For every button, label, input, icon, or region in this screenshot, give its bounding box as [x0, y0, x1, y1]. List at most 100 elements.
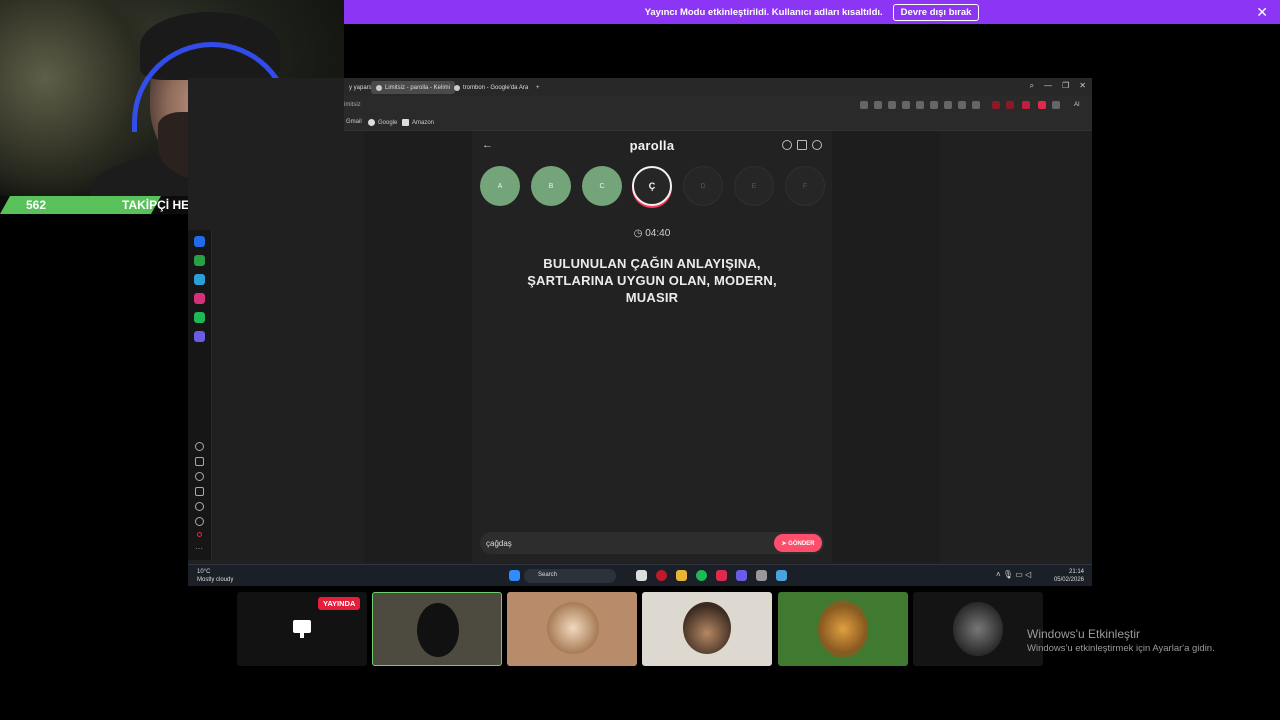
letter-label: A [497, 182, 503, 190]
lightbulb-icon[interactable] [195, 517, 204, 526]
participant-tile[interactable] [507, 592, 637, 666]
windows-activation-watermark: Windows'u Etkinleştir Windows'u etkinleş… [1027, 627, 1215, 654]
steam-icon[interactable] [756, 570, 767, 581]
settings-icon[interactable] [1052, 101, 1060, 109]
screen-share-icon [293, 620, 311, 633]
bookmark-google[interactable]: Google [368, 119, 397, 126]
task-view-icon[interactable] [636, 570, 647, 581]
menu-icon[interactable] [958, 101, 966, 109]
extension-icon[interactable] [860, 101, 868, 109]
whatsapp-icon[interactable] [194, 255, 205, 266]
download-icon[interactable] [944, 101, 952, 109]
heart-icon[interactable] [195, 442, 204, 451]
extension-red-icon[interactable] [1022, 101, 1030, 109]
box-icon[interactable] [195, 487, 204, 496]
telegram-icon[interactable] [194, 274, 205, 285]
spotify-icon[interactable] [194, 312, 205, 323]
system-clock[interactable]: 21:14 05/02/2026 [1054, 568, 1084, 584]
search-placeholder: Search [538, 572, 558, 578]
extension-red-icon[interactable] [1006, 101, 1014, 109]
window-controls: ⌕ — ❐ ✕ [1030, 81, 1086, 91]
google-favicon-icon [454, 84, 460, 91]
extension-red-icon[interactable] [992, 101, 1000, 109]
disable-streamer-mode-button[interactable]: Devre dışı bırak [892, 3, 980, 21]
start-icon[interactable] [509, 570, 520, 581]
address-text: imitsiz [344, 102, 361, 108]
tab-label: trombon - Google'da Ara [463, 84, 529, 91]
bookmarks-bar: Gmail Google Amazon [344, 116, 1092, 131]
answer-input[interactable] [486, 537, 766, 549]
messenger-icon[interactable] [194, 236, 205, 247]
send-label: GÖNDER [788, 540, 815, 547]
amazon-icon [402, 119, 409, 126]
bookmark-label: Gmail [346, 119, 362, 125]
letter-label: B [548, 182, 554, 190]
app-icon[interactable] [716, 570, 727, 581]
profile-icon[interactable] [812, 140, 822, 150]
discord-icon[interactable] [194, 331, 205, 342]
stats-icon[interactable] [797, 140, 807, 150]
extension-red-icon[interactable] [1038, 101, 1046, 109]
bookmark-label: Google [378, 119, 398, 126]
bookmark-label: Amazon [412, 119, 435, 126]
weather-desc: Mostly cloudy [197, 577, 234, 583]
participant-avatar [683, 602, 731, 654]
record-icon[interactable] [197, 532, 202, 537]
participant-avatar [953, 602, 1003, 656]
letter-label: D [700, 182, 706, 190]
search-tabs-icon[interactable]: ⌕ [1030, 81, 1034, 91]
ai-button[interactable]: AI [1074, 102, 1080, 108]
tab-active[interactable]: Limitsiz - parolla - Kelimi [371, 81, 456, 94]
restore-icon[interactable]: ❐ [1062, 81, 1069, 91]
watermark-subtitle: Windows'u etkinleştirmek için Ayarlar'a … [1027, 643, 1215, 654]
calculator-icon[interactable] [776, 570, 787, 581]
participant-tile[interactable] [642, 592, 772, 666]
letter-bubble: D [683, 166, 723, 206]
letter-bubble: E [734, 166, 774, 206]
info-icon[interactable] [782, 140, 792, 150]
bookmark-amazon[interactable]: Amazon [402, 119, 434, 126]
game-title: parolla [629, 138, 675, 153]
close-window-icon[interactable]: ✕ [1079, 81, 1086, 91]
parolla-game: ← parolla A B C Ç D E F ◷ 04:40 BULUNULA… [472, 131, 832, 563]
history-icon[interactable] [195, 472, 204, 481]
spotify-icon[interactable] [696, 570, 707, 581]
minimize-icon[interactable]: — [1044, 81, 1052, 91]
clock-time: 21:14 [1068, 569, 1084, 575]
chat-icon[interactable] [195, 457, 204, 466]
settings-icon[interactable] [195, 502, 204, 511]
countdown-timer: ◷ 04:40 [472, 228, 832, 239]
participant-tile[interactable] [913, 592, 1043, 666]
timer-value: 04:40 [645, 228, 671, 239]
file-explorer-icon[interactable] [676, 570, 687, 581]
bookmark-gmail[interactable]: Gmail [346, 119, 362, 125]
extension-icon[interactable] [888, 101, 896, 109]
address-bar[interactable]: imitsiz AI [344, 96, 1092, 116]
watermark-title: Windows'u Etkinleştir [1027, 627, 1140, 641]
close-icon[interactable]: ✕ [1256, 4, 1268, 21]
send-button[interactable]: ➤ GÖNDER [774, 534, 822, 552]
participant-tile[interactable] [372, 592, 502, 666]
play-icon[interactable] [916, 101, 924, 109]
heart-icon[interactable] [930, 101, 938, 109]
answer-box: ➤ GÖNDER [480, 532, 824, 554]
profile-icon[interactable] [972, 101, 980, 109]
weather-widget[interactable]: 10°C Mostly cloudy [197, 568, 233, 584]
weather-temp: 10°C [197, 569, 211, 575]
letter-label: C [599, 182, 605, 190]
participant-tile[interactable] [778, 592, 908, 666]
extension-icon[interactable] [902, 101, 910, 109]
extension-icon[interactable] [874, 101, 882, 109]
tab-favicon-icon [376, 84, 382, 91]
instagram-icon[interactable] [194, 293, 205, 304]
taskbar-search[interactable]: Search [524, 569, 616, 583]
discord-icon[interactable] [736, 570, 747, 581]
tab-2[interactable]: trombon - Google'da Ara [449, 81, 533, 94]
participant-avatar [547, 602, 599, 654]
new-tab-button[interactable]: + [531, 81, 545, 94]
opera-icon[interactable] [656, 570, 667, 581]
tab-strip: y yaparsın Limitsiz - parolla - Kelimi t… [344, 78, 1092, 96]
tray-icons[interactable]: ˄ 🎙 ▭ ◁ [996, 570, 1031, 579]
clue-text: BULUNULAN ÇAĞIN ANLAYIŞINA, ŞARTLARINA U… [527, 256, 777, 305]
more-icon[interactable]: ··· [195, 544, 203, 553]
